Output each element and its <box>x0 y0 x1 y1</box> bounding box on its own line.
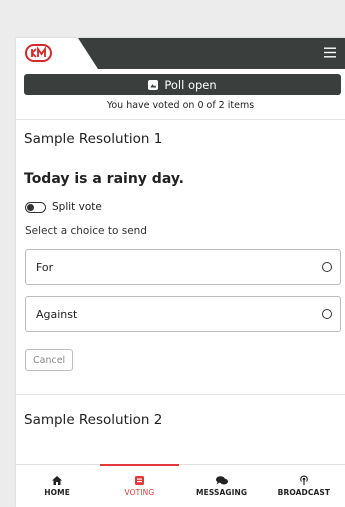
select-choice-prompt: Select a choice to send <box>25 225 147 237</box>
choice-for-option[interactable]: For <box>25 249 341 285</box>
radio-circle-icon[interactable] <box>322 262 332 272</box>
poll-status-label: Poll open <box>164 77 217 92</box>
divider <box>16 394 345 395</box>
nav-item-broadcast[interactable]: BROADCAST <box>263 465 345 507</box>
radio-circle-icon[interactable] <box>322 309 332 319</box>
choice-label: For <box>36 260 54 274</box>
nav-item-home[interactable]: HOME <box>16 465 98 507</box>
cancel-button[interactable]: Cancel <box>25 349 74 371</box>
bottom-navigation: HOME VOTING MESSAGING BROADCAST <box>16 464 345 507</box>
nav-label: MESSAGING <box>196 488 248 497</box>
chat-bubbles-icon <box>215 475 228 485</box>
nav-label: HOME <box>44 488 70 497</box>
nav-label: VOTING <box>124 488 155 497</box>
split-vote-label: Split vote <box>52 201 102 213</box>
resolution-question: Today is a rainy day. <box>24 171 184 187</box>
resolution-title: Sample Resolution 2 <box>24 412 163 428</box>
nav-item-messaging[interactable]: MESSAGING <box>181 465 263 507</box>
km-logo-icon[interactable] <box>25 44 52 62</box>
broadcast-icon <box>298 475 310 485</box>
home-icon <box>51 475 63 485</box>
app-header <box>16 38 345 69</box>
voted-progress-text: You have voted on 0 of 2 items <box>106 100 255 111</box>
divider <box>16 119 345 120</box>
resolution-title: Sample Resolution 1 <box>24 131 163 147</box>
app-frame: Poll open You have voted on 0 of 2 items… <box>16 38 345 507</box>
voting-icon <box>133 475 145 485</box>
hamburger-menu-icon[interactable] <box>321 44 339 62</box>
split-vote-toggle[interactable] <box>25 201 46 213</box>
choice-label: Against <box>36 307 78 321</box>
nav-item-voting[interactable]: VOTING <box>98 464 180 507</box>
chart-icon <box>148 79 159 90</box>
choice-against-option[interactable]: Against <box>25 296 341 332</box>
split-vote-row[interactable]: Split vote <box>25 199 345 215</box>
poll-status-banner: Poll open <box>24 74 341 95</box>
nav-label: BROADCAST <box>277 488 331 497</box>
